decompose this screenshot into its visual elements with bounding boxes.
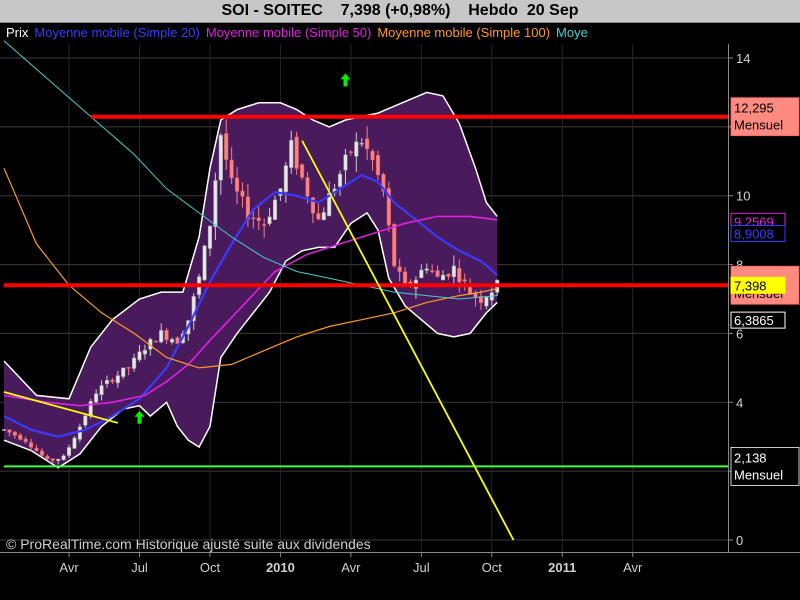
candle-body[interactable]	[294, 136, 299, 169]
candle-body[interactable]	[240, 190, 245, 197]
candle-body[interactable]	[305, 177, 310, 197]
candle-body[interactable]	[262, 224, 267, 226]
candle-body[interactable]	[397, 266, 402, 272]
candle-body[interactable]	[435, 270, 440, 277]
candle-body[interactable]	[403, 271, 408, 285]
candle-body[interactable]	[94, 393, 99, 403]
candle-body[interactable]	[72, 437, 77, 449]
candle-body[interactable]	[45, 456, 50, 460]
candle-body[interactable]	[159, 330, 164, 343]
candle-body[interactable]	[132, 357, 137, 369]
candle-body[interactable]	[34, 447, 39, 451]
candle-body[interactable]	[440, 274, 446, 281]
candle-body[interactable]	[213, 180, 218, 227]
candle-body[interactable]	[142, 349, 147, 355]
candle-body[interactable]	[300, 164, 305, 178]
candle-body[interactable]	[121, 367, 126, 377]
candle-body[interactable]	[251, 217, 256, 220]
candle-body[interactable]	[348, 151, 353, 153]
candle-body[interactable]	[289, 140, 294, 168]
x-tick-label: Jul	[413, 560, 430, 575]
x-tick-label: 2011	[548, 560, 576, 575]
candle-body[interactable]	[430, 270, 435, 272]
candle-body[interactable]	[110, 379, 115, 382]
candle-body[interactable]	[153, 340, 158, 343]
chart-window: SOI - SOITEC 7,398 (+0,98%) Hebdo 20 Sep…	[0, 0, 800, 600]
candle-body[interactable]	[99, 385, 104, 395]
chart-canvas[interactable]: 0246810121412,295MensuelMensuel2,138Mens…	[0, 0, 800, 600]
candle-body[interactable]	[164, 330, 169, 341]
candle-body[interactable]	[267, 216, 272, 224]
candle-body[interactable]	[50, 458, 55, 461]
candle-body[interactable]	[354, 141, 359, 157]
price-badge-label: 8,9008	[734, 227, 774, 242]
candle-body[interactable]	[484, 296, 489, 307]
candle-body[interactable]	[321, 212, 326, 221]
candle-body[interactable]	[83, 415, 88, 426]
candle-body[interactable]	[61, 455, 66, 461]
x-tick-label: Avr	[341, 560, 361, 575]
candle-body[interactable]	[229, 159, 234, 179]
candle-body[interactable]	[375, 155, 381, 176]
candle-body[interactable]	[283, 165, 288, 193]
y-tick-label: 14	[736, 51, 750, 66]
candle-body[interactable]	[365, 138, 370, 150]
candle-body[interactable]	[473, 293, 478, 298]
y-tick-label: 4	[736, 395, 743, 410]
candle-body[interactable]	[207, 225, 213, 249]
candle-body[interactable]	[370, 150, 375, 161]
x-tick-label: Avr	[59, 560, 79, 575]
x-tick-label: Oct	[200, 560, 221, 575]
x-tick-label: 2010	[266, 560, 295, 575]
candle-body[interactable]	[202, 245, 207, 281]
candle-body[interactable]	[56, 458, 61, 461]
candle-body[interactable]	[18, 434, 23, 440]
candle-body[interactable]	[343, 154, 348, 171]
candle-body[interactable]	[104, 379, 110, 384]
candle-body[interactable]	[115, 375, 120, 384]
candle-body[interactable]	[359, 143, 364, 145]
x-tick-label: Oct	[482, 560, 503, 575]
candle-body[interactable]	[77, 426, 82, 440]
candle-body[interactable]	[235, 177, 240, 192]
candle-body[interactable]	[29, 442, 34, 448]
candle-body[interactable]	[218, 134, 223, 181]
level-badge-value: 12,295	[734, 101, 774, 116]
y-tick-label: 0	[736, 533, 743, 548]
candle-body[interactable]	[451, 265, 456, 278]
price-badge-label: 6,3865	[734, 313, 774, 328]
candle-body[interactable]	[462, 279, 467, 282]
x-tick-label: Jul	[131, 560, 148, 575]
level-badge-value: 2,138	[734, 450, 767, 465]
candle-body[interactable]	[23, 438, 28, 442]
candle-body[interactable]	[126, 367, 131, 369]
candle-body[interactable]	[419, 269, 424, 279]
x-tick-label: Avr	[623, 560, 643, 575]
y-tick-label: 6	[736, 326, 743, 341]
candle-body[interactable]	[137, 351, 142, 361]
candle-body[interactable]	[457, 268, 462, 283]
candle-body[interactable]	[169, 339, 175, 343]
candle-body[interactable]	[392, 223, 397, 267]
candle-body[interactable]	[337, 173, 343, 187]
y-tick-label: 10	[736, 189, 750, 204]
footer-credit: © ProRealTime.com Historique ajusté suit…	[6, 536, 371, 552]
candle-body[interactable]	[256, 217, 261, 221]
candle-body[interactable]	[12, 431, 17, 436]
candle-body[interactable]	[272, 199, 278, 220]
level-badge-sublabel: Mensuel	[734, 118, 783, 133]
candle-body[interactable]	[66, 447, 72, 456]
candle-body[interactable]	[446, 273, 451, 277]
candle-body[interactable]	[39, 450, 44, 456]
candle-body[interactable]	[7, 429, 12, 433]
price-badge-label: 7,398	[734, 278, 767, 293]
candle-body[interactable]	[1, 429, 7, 431]
level-badge-sublabel: Mensuel	[734, 467, 783, 482]
candle-body[interactable]	[88, 401, 93, 417]
candle-body[interactable]	[424, 268, 429, 271]
candle-body[interactable]	[224, 133, 229, 160]
candle-body[interactable]	[316, 213, 321, 220]
